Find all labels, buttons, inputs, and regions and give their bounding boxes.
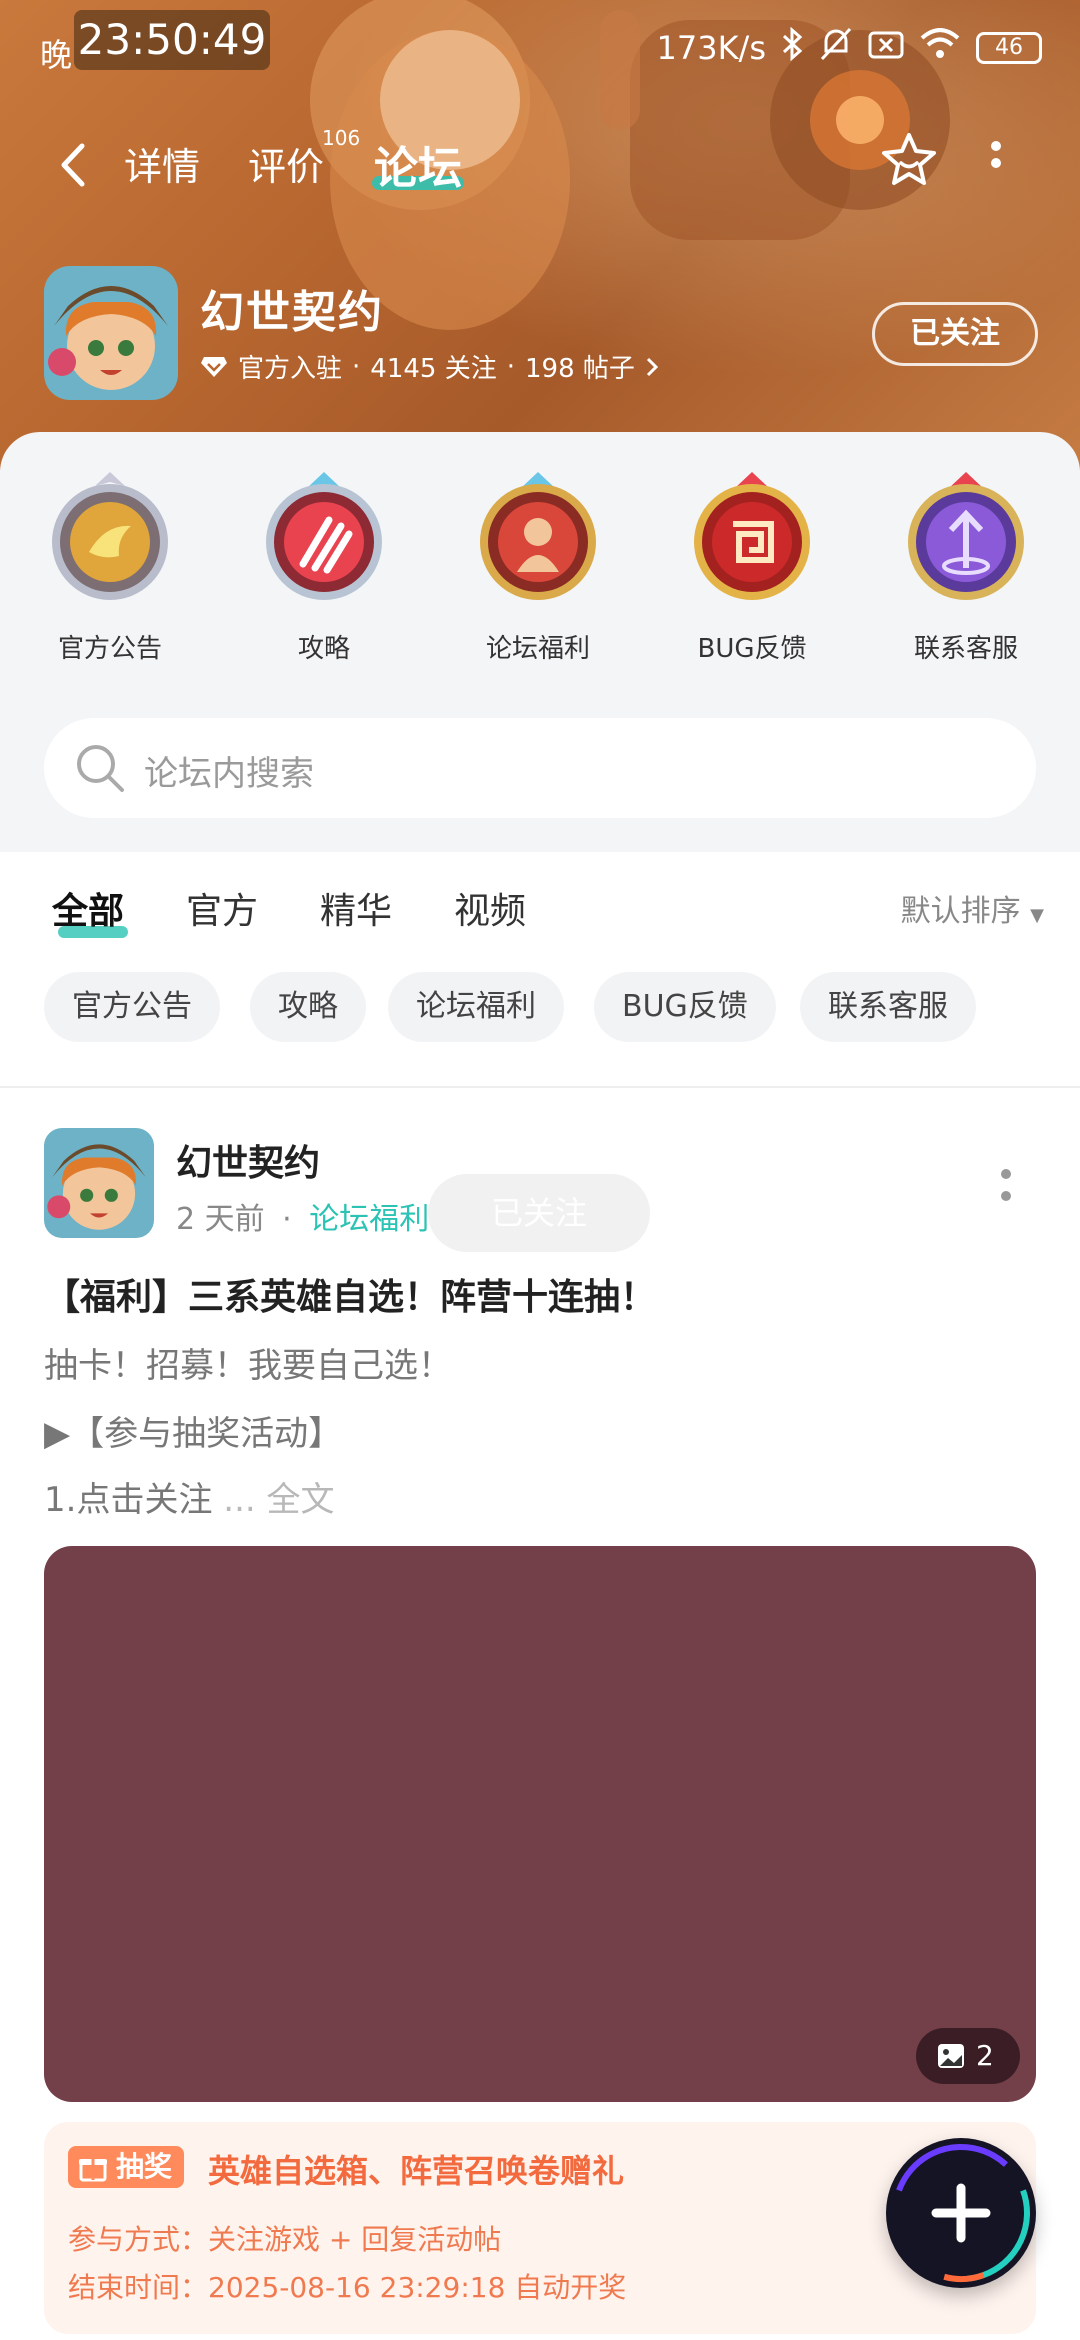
star-icon[interactable] <box>878 130 940 192</box>
ghost-follow-toast: 已关注 <box>428 1174 650 1252</box>
category-announcement[interactable]: 官方公告 <box>30 468 190 668</box>
meta-dot: · <box>506 351 515 382</box>
reviews-count-badge: 106 <box>322 126 361 150</box>
post-line-2: ▶【参与抽奖活动】 <box>44 1414 343 1454</box>
chip-welfare[interactable]: 论坛福利 <box>388 972 564 1042</box>
category-customer-service[interactable]: 联系客服 <box>886 468 1046 668</box>
game-meta: 官方入驻 · 4145 关注 · 198 帖子 <box>200 348 659 385</box>
followers-count: 4145 关注 <box>370 354 497 384</box>
lottery-method: 参与方式：关注游戏 + 回复活动帖 <box>68 2223 502 2256</box>
category-welfare[interactable]: 论坛福利 <box>458 468 618 668</box>
post-line-3: 1.点击关注 ... 全文 <box>44 1472 335 1521</box>
sort-dropdown[interactable]: 默认排序 ▼ <box>901 886 1044 930</box>
search-placeholder: 论坛内搜索 <box>144 754 314 794</box>
chip-bug-report[interactable]: BUG反馈 <box>594 972 776 1042</box>
category-label: 论坛福利 <box>485 634 590 664</box>
caret-down-icon: ▼ <box>1030 905 1044 926</box>
status-bar: 晚 23:50:49 173K/s 46 <box>0 0 1080 96</box>
post-author[interactable]: 幻世契约 <box>176 1134 320 1186</box>
guide-claw-badge-icon <box>266 472 382 600</box>
mute-bell-icon <box>820 27 852 69</box>
post-image[interactable] <box>44 1546 1036 2102</box>
top-nav: 详情 评价 106 论坛 <box>0 120 1080 210</box>
diamond-verified-icon <box>201 356 227 377</box>
sort-label: 默认排序 <box>900 894 1021 929</box>
post-tag[interactable]: 论坛福利 <box>309 1202 429 1237</box>
category-label: BUG反馈 <box>697 634 807 664</box>
game-icon[interactable] <box>44 266 178 400</box>
announcement-badge-icon <box>52 472 168 600</box>
status-ampm: 晚 <box>40 36 73 74</box>
bug-report-badge-icon <box>694 472 810 600</box>
status-time: 23:50:49 <box>74 10 270 70</box>
image-count: 2 <box>976 2039 994 2072</box>
post-more-icon[interactable] <box>998 1166 1014 1210</box>
post-meta: 2 天前 · 论坛福利 <box>176 1194 429 1238</box>
filter-tab-featured[interactable]: 精华 <box>320 882 392 934</box>
plus-icon <box>892 2144 1030 2283</box>
chip-announcement[interactable]: 官方公告 <box>44 972 220 1042</box>
category-label: 官方公告 <box>57 634 162 664</box>
image-icon <box>938 2044 964 2068</box>
meta-dot: · <box>282 1202 292 1237</box>
search-icon <box>77 745 124 792</box>
forum-page: 晚 23:50:49 173K/s 46 详情 评价 106 论坛 幻世契约 官… <box>0 0 1080 2340</box>
tab-reviews[interactable]: 评价 <box>248 136 324 191</box>
post-line-1: 抽卡！招募！我要自己选！ <box>44 1346 452 1386</box>
lottery-end-time: 结束时间：2025-08-16 23:29:18 自动开奖 <box>68 2271 627 2304</box>
category-bug-report[interactable]: BUG反馈 <box>672 468 832 668</box>
post-line-3-text: 1.点击关注 <box>44 1480 213 1520</box>
lottery-tag: 抽奖 <box>68 2146 185 2188</box>
category-label: 联系客服 <box>913 634 1018 664</box>
category-panel: 官方公告 攻略 论坛福利 BUG反馈 联系客服 论坛内搜索 <box>0 432 1080 852</box>
sim-off-icon <box>868 29 904 67</box>
game-name: 幻世契约 <box>200 287 384 338</box>
battery-icon: 46 <box>976 32 1042 64</box>
tab-details[interactable]: 详情 <box>124 136 200 191</box>
meta-dot: · <box>352 351 361 382</box>
more-vertical-icon[interactable] <box>986 138 1006 188</box>
tab-forum[interactable]: 论坛 <box>374 132 462 196</box>
chip-customer-service[interactable]: 联系客服 <box>800 972 976 1042</box>
chip-guide[interactable]: 攻略 <box>250 972 366 1042</box>
official-label: 官方入驻 <box>238 354 343 384</box>
back-arrow-icon[interactable] <box>50 140 100 190</box>
filter-tab-all[interactable]: 全部 <box>52 882 124 934</box>
chevron-right-icon <box>646 357 659 376</box>
filter-tab-official[interactable]: 官方 <box>186 882 258 934</box>
filter-tab-video[interactable]: 视频 <box>454 882 526 934</box>
game-header: 幻世契约 官方入驻 · 4145 关注 · 198 帖子 已关注 <box>44 266 1044 400</box>
welfare-badge-icon <box>480 472 596 600</box>
category-guide[interactable]: 攻略 <box>244 468 404 668</box>
create-post-button[interactable] <box>886 2138 1036 2288</box>
wifi-icon <box>920 28 960 68</box>
category-label: 攻略 <box>297 634 350 664</box>
posts-count[interactable]: 198 帖子 <box>525 348 635 385</box>
author-avatar[interactable] <box>44 1128 154 1238</box>
follow-game-button[interactable]: 已关注 <box>872 302 1038 366</box>
category-row: 官方公告 攻略 论坛福利 BUG反馈 联系客服 <box>0 468 1080 668</box>
gift-icon <box>79 2159 107 2182</box>
post-filters: 全部 官方 精华 视频 默认排序 ▼ 官方公告 攻略 论坛福利 BUG反馈 联系… <box>0 852 1080 1088</box>
read-more-link[interactable]: ... 全文 <box>223 1480 334 1520</box>
customer-service-badge-icon <box>908 472 1024 600</box>
status-right: 173K/s 46 <box>656 26 1042 70</box>
forum-search-bar[interactable]: 论坛内搜索 <box>44 718 1036 818</box>
lottery-tag-label: 抽奖 <box>116 2150 173 2183</box>
lottery-title: 英雄自选箱、阵营召唤卷赠礼 <box>208 2152 625 2190</box>
image-count-badge: 2 <box>916 2028 1020 2084</box>
post-time: 2 天前 <box>176 1202 265 1237</box>
post-title[interactable]: 【福利】三系英雄自选！阵营十连抽！ <box>44 1268 656 1320</box>
net-speed: 173K/s <box>656 29 766 67</box>
bluetooth-icon <box>782 26 804 69</box>
game-banner: 晚 23:50:49 173K/s 46 详情 评价 106 论坛 幻世契约 官… <box>0 0 1080 470</box>
